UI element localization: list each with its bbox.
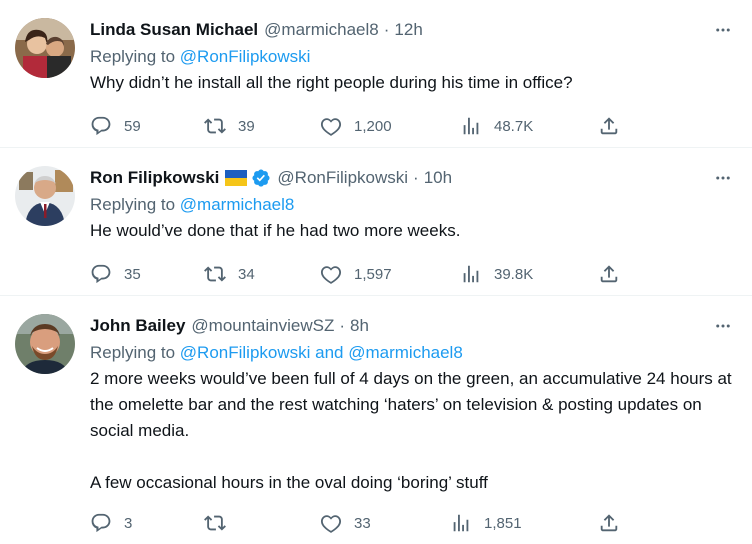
author-name[interactable]: John Bailey: [90, 316, 185, 336]
action-bar: 3 33 1,851: [0, 511, 752, 535]
share-button[interactable]: [598, 511, 620, 535]
retweet-button[interactable]: 34: [204, 262, 255, 286]
author-handle[interactable]: @marmichael8: [264, 20, 379, 40]
timestamp[interactable]: 8h: [350, 316, 369, 336]
reply-count: 59: [124, 117, 141, 135]
separator-dot: ·: [339, 316, 346, 335]
heart-icon: [320, 118, 342, 136]
more-options-icon[interactable]: [710, 18, 736, 42]
tweet-paragraph: Why didn’t he install all the right peop…: [90, 73, 573, 92]
share-icon: [600, 117, 618, 135]
views-icon: [463, 117, 479, 135]
like-count: 1,200: [354, 117, 392, 135]
share-button[interactable]: [598, 114, 620, 138]
like-count: 1,597: [354, 265, 392, 283]
mention-link[interactable]: @RonFilipkowski: [180, 47, 311, 66]
avatar[interactable]: [15, 166, 75, 226]
retweet-count: 39: [238, 117, 255, 135]
author-name[interactable]: Linda Susan Michael: [90, 20, 258, 40]
author-handle[interactable]: @mountainviewSZ: [191, 316, 334, 336]
replying-and: and: [310, 343, 349, 362]
share-icon: [600, 514, 618, 532]
tweet-text: Why didn’t he install all the right peop…: [90, 70, 736, 96]
views-button[interactable]: 1,851: [450, 511, 522, 535]
like-count: 33: [354, 514, 371, 532]
tweet[interactable]: Linda Susan Michael @marmichael8 · 12h R…: [0, 0, 752, 148]
more-options-icon[interactable]: [710, 314, 736, 338]
tweet-paragraph: A few occasional hours in the oval doing…: [90, 473, 488, 492]
mention-link[interactable]: @marmichael8: [348, 343, 463, 362]
reply-icon: [91, 116, 111, 136]
views-icon: [463, 265, 479, 283]
tweet[interactable]: John Bailey @mountainviewSZ · 8h Replyin…: [0, 296, 752, 544]
action-bar: 35 34 1,597 39.8K: [0, 262, 752, 286]
retweet-icon: [204, 266, 226, 282]
separator-dot: ·: [383, 20, 390, 39]
views-count: 48.7K: [494, 117, 534, 135]
mention-link[interactable]: @marmichael8: [180, 195, 295, 214]
reply-button[interactable]: 3: [90, 511, 132, 535]
retweet-button[interactable]: [204, 511, 238, 535]
tweet-paragraph: He would’ve done that if he had two more…: [90, 221, 461, 240]
tweet-text: 2 more weeks would’ve been full of 4 day…: [90, 366, 736, 496]
reply-icon: [91, 513, 111, 533]
replying-prefix: Replying to: [90, 343, 180, 362]
heart-icon: [320, 515, 342, 533]
share-button[interactable]: [598, 262, 620, 286]
tweet[interactable]: Ron Filipkowski @RonFilipkowski · 10h Re…: [0, 148, 752, 296]
avatar[interactable]: [15, 18, 75, 78]
views-count: 39.8K: [494, 265, 534, 283]
heart-icon: [320, 266, 342, 284]
mention-link[interactable]: @RonFilipkowski: [180, 343, 311, 362]
views-button[interactable]: 39.8K: [460, 262, 533, 286]
separator-dot: ·: [413, 168, 419, 187]
timestamp[interactable]: 10h: [424, 168, 452, 188]
like-button[interactable]: 1,200: [320, 114, 392, 138]
reply-count: 3: [124, 514, 133, 532]
tweet-text: He would’ve done that if he had two more…: [90, 218, 736, 244]
like-button[interactable]: 33: [320, 511, 371, 535]
reply-icon: [91, 264, 111, 284]
reply-count: 35: [124, 265, 141, 283]
retweet-icon: [204, 515, 226, 531]
views-icon: [453, 514, 469, 532]
replying-prefix: Replying to: [90, 195, 180, 214]
retweet-icon: [204, 118, 226, 134]
action-bar: 59 39 1,200 48.7K: [0, 114, 752, 138]
avatar[interactable]: [15, 314, 75, 374]
views-button[interactable]: 48.7K: [460, 114, 533, 138]
like-button[interactable]: 1,597: [320, 262, 392, 286]
verified-badge-icon[interactable]: [251, 168, 271, 188]
ukraine-flag-icon: [225, 170, 248, 186]
author-name[interactable]: Ron Filipkowski: [90, 168, 219, 188]
tweet-paragraph: 2 more weeks would’ve been full of 4 day…: [90, 369, 732, 440]
more-options-icon[interactable]: [710, 166, 736, 190]
share-icon: [600, 265, 618, 283]
reply-button[interactable]: 59: [90, 114, 141, 138]
retweet-button[interactable]: 39: [204, 114, 255, 138]
timestamp[interactable]: 12h: [394, 20, 422, 40]
replying-prefix: Replying to: [90, 47, 180, 66]
author-handle[interactable]: @RonFilipkowski: [277, 168, 408, 188]
replying-to: Replying to @RonFilipkowski: [90, 45, 736, 69]
replying-to: Replying to @RonFilipkowski and @marmich…: [90, 341, 736, 365]
reply-button[interactable]: 35: [90, 262, 141, 286]
replying-to: Replying to @marmichael8: [90, 193, 736, 217]
retweet-count: 34: [238, 265, 255, 283]
views-count: 1,851: [484, 514, 522, 532]
